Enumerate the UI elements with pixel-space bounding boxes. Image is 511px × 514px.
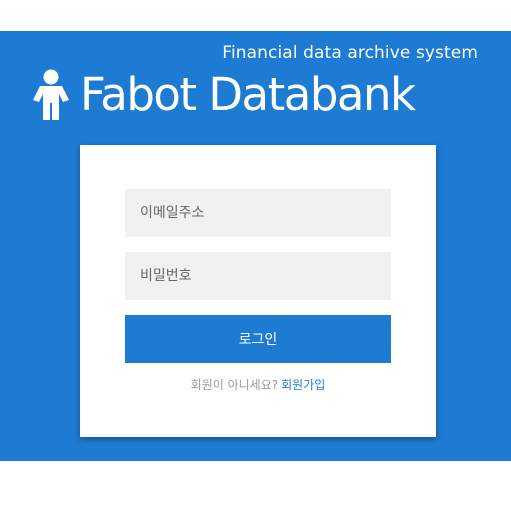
email-field[interactable] (125, 189, 391, 237)
signup-row: 회원이 아니세요? 회원가입 (80, 376, 436, 393)
login-card: 로그인 회원이 아니세요?회원가입 (80, 145, 436, 437)
password-field[interactable] (125, 252, 391, 300)
brand-name: Fabot Databank (80, 68, 416, 121)
login-page: Financial data archive system Fabot Data… (0, 0, 511, 514)
brand-logo: Fabot Databank (32, 67, 416, 123)
signup-link[interactable]: 회원가입 (281, 378, 325, 392)
signup-prompt: 회원이 아니세요? (190, 378, 279, 392)
tagline: Financial data archive system (222, 43, 478, 63)
person-icon (33, 69, 69, 120)
login-button[interactable]: 로그인 (125, 315, 391, 363)
